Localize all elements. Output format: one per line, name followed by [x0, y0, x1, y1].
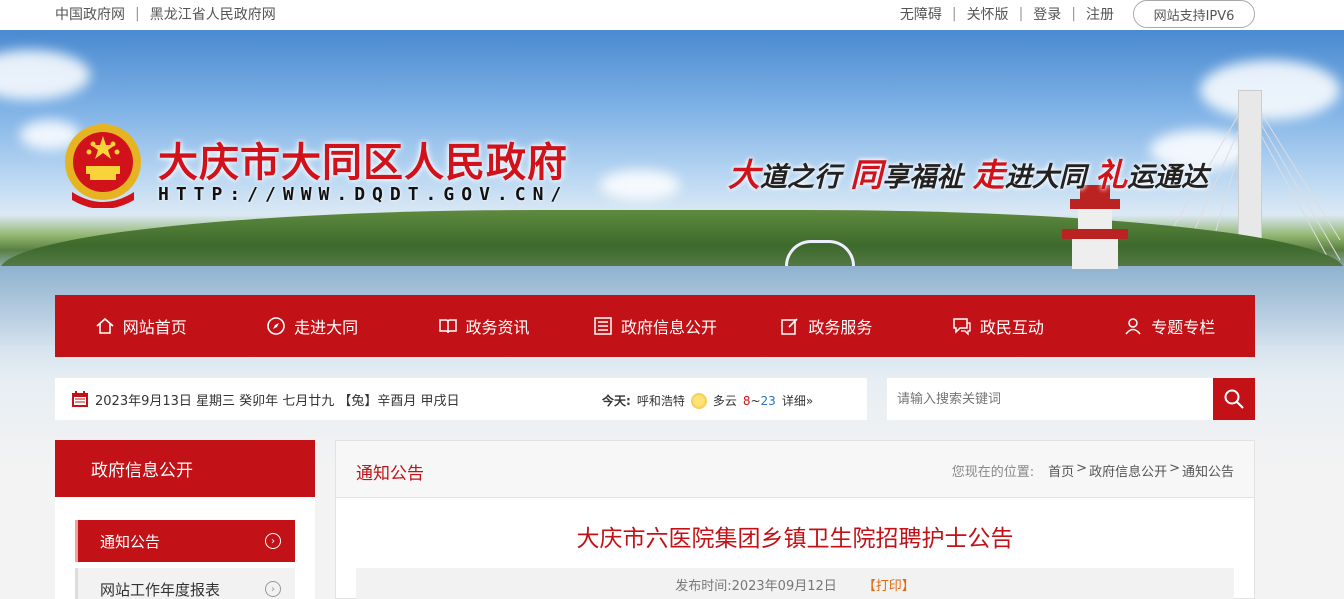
link-care-version[interactable]: 关怀版 [967, 4, 1009, 24]
compass-icon [267, 317, 285, 335]
weather-detail-link[interactable]: 详细» [782, 392, 813, 409]
chevron-right-icon: › [265, 533, 281, 549]
date-weather-bar: 2023年9月13日 星期三 癸卯年 七月廿九 【兔】辛酉月 甲戌日 今天: 呼… [55, 378, 867, 420]
weather-city: 呼和浩特 [636, 394, 685, 408]
separator: | [135, 6, 140, 22]
sidebar-heading: 政府信息公开 [55, 440, 315, 497]
chevron-right-icon: › [265, 581, 281, 597]
breadcrumb: 您现在的位置: 首页 > 政府信息公开 > 通知公告 [952, 461, 1234, 480]
sidebar: 政府信息公开 通知公告 › 网站工作年度报表 › [55, 440, 315, 599]
nav-item-interaction[interactable]: 政民互动 [912, 295, 1083, 357]
cloudy-weather-icon [690, 392, 707, 409]
article-meta: 发布时间:2023年09月12日 【打印】 [356, 568, 1234, 599]
main-nav: 网站首页 走进大同 政务资讯 政府信息公开 政务服务 政民互动 专题专栏 [55, 295, 1255, 357]
nav-item-services[interactable]: 政务服务 [741, 295, 912, 357]
weather-widget: 今天: 呼和浩特 多云 8~23 详细» [602, 392, 813, 409]
search-icon [1224, 389, 1244, 409]
site-url: HTTP://WWW.DQDT.GOV.CN/ [158, 184, 569, 205]
breadcrumb-info-disclosure[interactable]: 政府信息公开 [1089, 461, 1167, 480]
temp-separator: ~ [750, 393, 761, 408]
list-icon [594, 317, 612, 335]
slogan: 大道之行 同享福祉 走进大同 礼运通达 [728, 156, 1209, 194]
section-title: 通知公告 [356, 464, 424, 484]
home-icon [96, 317, 114, 334]
sidebar-item-annual-report[interactable]: 网站工作年度报表 › [75, 568, 295, 599]
content-header: 通知公告 您现在的位置: 首页 > 政府信息公开 > 通知公告 [336, 441, 1254, 498]
publish-label: 发布时间: [675, 578, 732, 594]
link-heilongjiang-gov[interactable]: 黑龙江省人民政府网 [150, 4, 276, 24]
breadcrumb-separator: > [1076, 461, 1088, 476]
weather-condition: 多云 [712, 394, 737, 408]
publish-date: 2023年09月12日 [731, 578, 837, 594]
link-login[interactable]: 登录 [1033, 4, 1061, 24]
cloud [0, 50, 90, 100]
nav-item-special[interactable]: 专题专栏 [1084, 295, 1255, 357]
user-icon [1125, 318, 1141, 335]
separator: | [951, 6, 957, 22]
breadcrumb-home[interactable]: 首页 [1048, 461, 1074, 480]
print-link[interactable]: 【打印】 [863, 575, 915, 594]
separator: | [1018, 6, 1024, 22]
top-bar: 中国政府网 | 黑龙江省人民政府网 无障碍 | 关怀版 | 登录 | 注册 网站… [0, 0, 1344, 30]
pagoda [1050, 185, 1140, 270]
book-icon [438, 319, 457, 334]
sidebar-item-notices[interactable]: 通知公告 › [75, 520, 295, 562]
link-china-gov[interactable]: 中国政府网 [55, 4, 125, 24]
breadcrumb-notices[interactable]: 通知公告 [1182, 461, 1234, 480]
nav-item-news[interactable]: 政务资讯 [398, 295, 569, 357]
breadcrumb-separator: > [1169, 461, 1180, 476]
site-title: 大庆市大同区人民政府 [158, 139, 568, 186]
nav-item-home[interactable]: 网站首页 [55, 295, 226, 357]
link-register[interactable]: 注册 [1086, 4, 1114, 24]
link-accessibility[interactable]: 无障碍 [900, 4, 942, 24]
cloud [600, 170, 680, 200]
ipv6-badge[interactable]: 网站支持IPV6 [1133, 0, 1255, 28]
calendar-icon [72, 391, 88, 407]
date-text: 2023年9月13日 星期三 癸卯年 七月廿九 【兔】辛酉月 甲戌日 [95, 393, 460, 409]
top-links-left: 中国政府网 | 黑龙江省人民政府网 [55, 4, 276, 24]
breadcrumb-label: 您现在的位置: [951, 465, 1035, 480]
separator: | [1071, 6, 1076, 22]
today-label: 今天: [602, 394, 631, 408]
nav-item-about[interactable]: 走进大同 [226, 295, 397, 357]
search-input[interactable] [887, 378, 1213, 420]
nav-item-info-disclosure[interactable]: 政府信息公开 [569, 295, 740, 357]
chat-icon [953, 318, 971, 336]
edit-icon [781, 318, 799, 335]
search-box [887, 378, 1255, 420]
search-button[interactable] [1213, 378, 1255, 420]
temp-high: 23 [760, 393, 776, 408]
main-content: 通知公告 您现在的位置: 首页 > 政府信息公开 > 通知公告 大庆市六医院集团… [335, 440, 1255, 599]
top-links-right: 无障碍 | 关怀版 | 登录 | 注册 [900, 4, 1114, 24]
article-title: 大庆市六医院集团乡镇卫生院招聘护士公告 [576, 526, 1014, 552]
national-emblem-icon [65, 124, 141, 208]
